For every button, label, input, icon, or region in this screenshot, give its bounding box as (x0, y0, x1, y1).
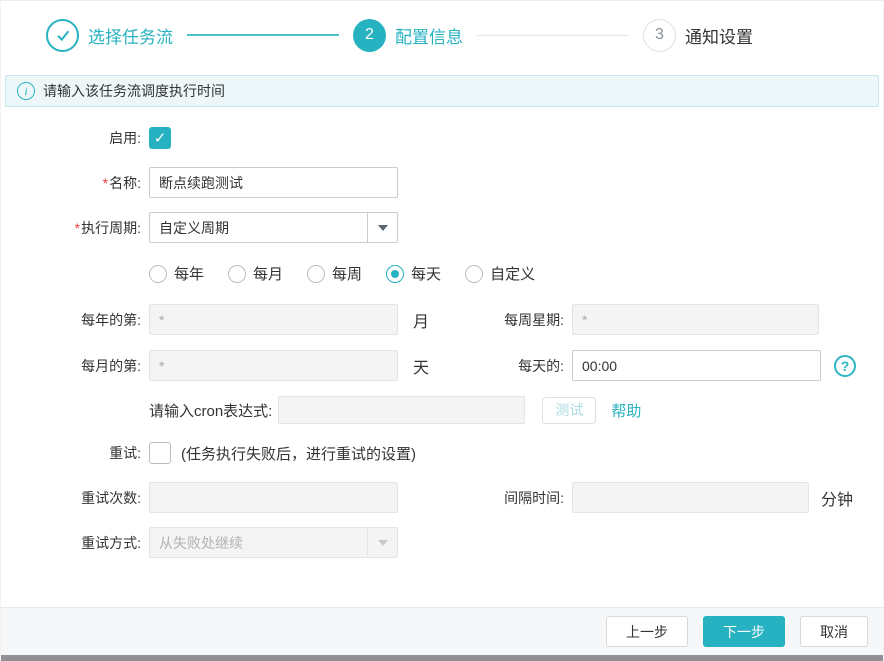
daily-label: 每天的: (461, 356, 564, 376)
radio-label: 每月 (253, 263, 283, 284)
radio-monthly[interactable]: 每月 (228, 263, 283, 284)
question-mark-icon[interactable]: ? (834, 355, 856, 377)
chevron-down-icon (378, 225, 388, 231)
enable-checkbox[interactable]: ✓ (149, 127, 171, 149)
retry-row: 重试: (任务执行失败后，进行重试的设置) (1, 442, 883, 464)
interval-input (572, 482, 809, 513)
daily-group: 每天的: ? (461, 350, 856, 381)
weekday-input (572, 304, 819, 335)
monthly-label: 每月的第: (1, 356, 141, 376)
radio-icon (465, 265, 483, 283)
chevron-down-icon (378, 540, 388, 546)
retry-count-label: 重试次数: (1, 488, 141, 508)
radio-daily[interactable]: 每天 (386, 263, 441, 284)
step-connector-done (187, 34, 339, 36)
step-select-taskflow: 选择任务流 (46, 19, 173, 52)
check-icon (53, 25, 73, 45)
radio-weekly[interactable]: 每周 (307, 263, 362, 284)
step-connector-pending (477, 35, 629, 36)
enable-row: 启用: ✓ (1, 127, 883, 149)
radio-icon-selected (386, 265, 404, 283)
weekly-group: 每周星期: (461, 304, 819, 335)
bottom-scrollbar[interactable] (1, 655, 883, 661)
radio-label: 自定义 (490, 263, 535, 284)
weekly-label: 每周星期: (461, 310, 564, 330)
radio-label: 每年 (174, 263, 204, 284)
yearly-label: 每年的第: (1, 310, 141, 330)
retry-checkbox[interactable] (149, 442, 171, 464)
interval-group: 间隔时间: 分钟 (461, 482, 853, 513)
frequency-row: 每年 每月 每周 每天 自定义 (1, 263, 883, 284)
period-label: *执行周期: (1, 218, 141, 238)
step-notify-settings: 3 通知设置 (643, 19, 753, 52)
retry-count-interval-row: 重试次数: 间隔时间: 分钟 (1, 482, 883, 513)
radio-yearly[interactable]: 每年 (149, 263, 204, 284)
daily-time-input[interactable] (572, 350, 821, 381)
cron-row: 请输入cron表达式: 测试 帮助 (1, 396, 883, 424)
enable-label: 启用: (1, 128, 141, 148)
radio-label: 每周 (332, 263, 362, 284)
radio-icon (307, 265, 325, 283)
step-label: 配置信息 (395, 23, 463, 48)
dropdown-arrow-button[interactable] (367, 213, 397, 242)
info-banner-text: 请输入该任务流调度执行时间 (43, 81, 225, 101)
retry-hint: (任务执行失败后，进行重试的设置) (181, 443, 416, 464)
name-input[interactable] (149, 167, 398, 198)
retry-mode-label: 重试方式: (1, 533, 141, 553)
yearly-month-input (149, 304, 398, 335)
cancel-button[interactable]: 取消 (800, 616, 868, 647)
task-flow-config-dialog: 选择任务流 2 配置信息 3 通知设置 i 请输入该任务流调度执行时间 启用: … (0, 0, 884, 661)
retry-mode-row: 重试方式: 从失败处继续 (1, 527, 883, 558)
radio-label: 每天 (411, 263, 441, 284)
radio-custom[interactable]: 自定义 (465, 263, 535, 284)
period-row: *执行周期: 自定义周期 (1, 212, 883, 243)
step-label: 通知设置 (685, 23, 753, 48)
cron-test-button[interactable]: 测试 (542, 397, 596, 424)
minutes-suffix: 分钟 (821, 486, 853, 510)
interval-label: 间隔时间: (461, 488, 564, 508)
period-select-value: 自定义周期 (150, 213, 367, 242)
cron-label: 请输入cron表达式: (149, 400, 272, 421)
schedule-form: 启用: ✓ *名称: *执行周期: 自定义周期 每年 每月 (1, 107, 883, 607)
required-asterisk: * (75, 220, 80, 236)
name-row: *名称: (1, 167, 883, 198)
dropdown-arrow-button-disabled (367, 528, 397, 557)
required-asterisk: * (103, 175, 108, 191)
step-label: 选择任务流 (88, 23, 173, 48)
retry-count-input (149, 482, 398, 513)
month-suffix: 月 (413, 308, 429, 332)
step-config-info: 2 配置信息 (353, 19, 463, 52)
info-banner: i 请输入该任务流调度执行时间 (5, 75, 879, 107)
step-number: 3 (643, 19, 676, 52)
retry-mode-value: 从失败处继续 (150, 528, 367, 557)
step-number: 2 (353, 19, 386, 52)
retry-label: 重试: (1, 443, 141, 463)
retry-mode-select: 从失败处继续 (149, 527, 398, 558)
monthly-day-input (149, 350, 398, 381)
name-label: *名称: (1, 173, 141, 193)
info-icon: i (17, 82, 35, 100)
step-done-circle (46, 19, 79, 52)
wizard-stepper: 选择任务流 2 配置信息 3 通知设置 (1, 1, 883, 55)
radio-icon (149, 265, 167, 283)
prev-step-button[interactable]: 上一步 (606, 616, 688, 647)
footer-action-bar: 上一步 下一步 取消 (1, 607, 883, 655)
day-suffix: 天 (413, 354, 429, 378)
cron-input (278, 396, 525, 424)
next-step-button[interactable]: 下一步 (703, 616, 785, 647)
monthly-daily-row: 每月的第: 天 每天的: ? (1, 350, 883, 381)
yearly-weekly-row: 每年的第: 月 每周星期: (1, 304, 883, 335)
radio-icon (228, 265, 246, 283)
period-select[interactable]: 自定义周期 (149, 212, 398, 243)
cron-help-link[interactable]: 帮助 (611, 400, 641, 421)
